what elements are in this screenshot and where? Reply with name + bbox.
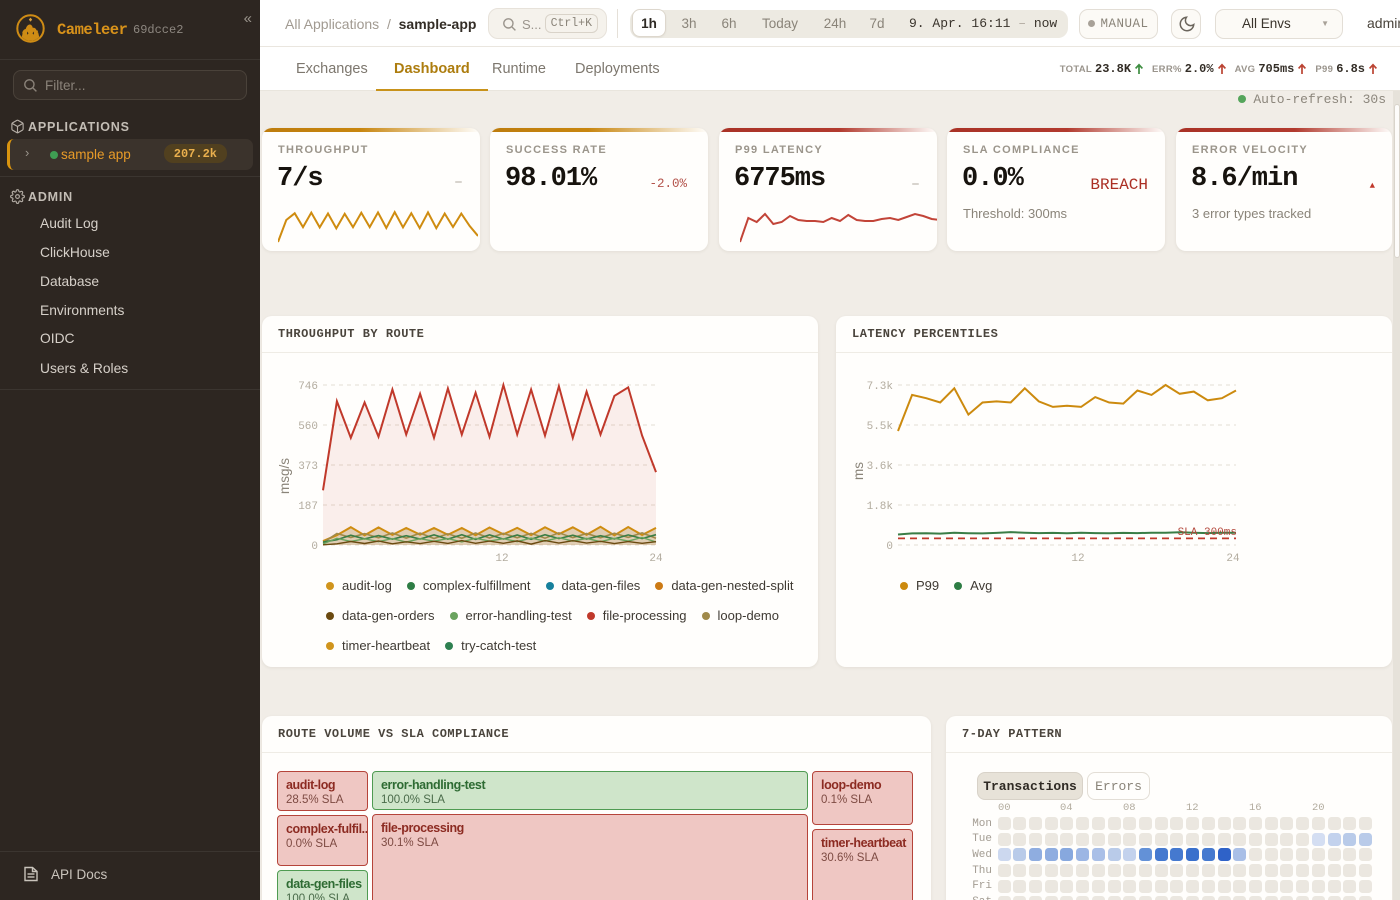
svg-text:24: 24 [1226, 553, 1240, 565]
svg-text:560: 560 [298, 421, 318, 433]
svg-text:0: 0 [886, 541, 893, 553]
svg-text:746: 746 [298, 381, 318, 393]
svg-text:0: 0 [311, 541, 318, 553]
svg-text:7.3k: 7.3k [867, 381, 894, 393]
svg-text:373: 373 [298, 461, 318, 473]
svg-text:5.5k: 5.5k [867, 421, 894, 433]
svg-text:3.6k: 3.6k [867, 461, 894, 473]
svg-text:1.8k: 1.8k [867, 501, 894, 513]
svg-text:12: 12 [495, 553, 508, 565]
svg-text:msg/s: msg/s [277, 458, 292, 494]
svg-text:24: 24 [649, 553, 663, 565]
svg-text:SLA 300ms: SLA 300ms [1178, 527, 1237, 539]
svg-text:187: 187 [298, 501, 318, 513]
svg-text:12: 12 [1071, 553, 1084, 565]
svg-text:ms: ms [851, 462, 866, 480]
